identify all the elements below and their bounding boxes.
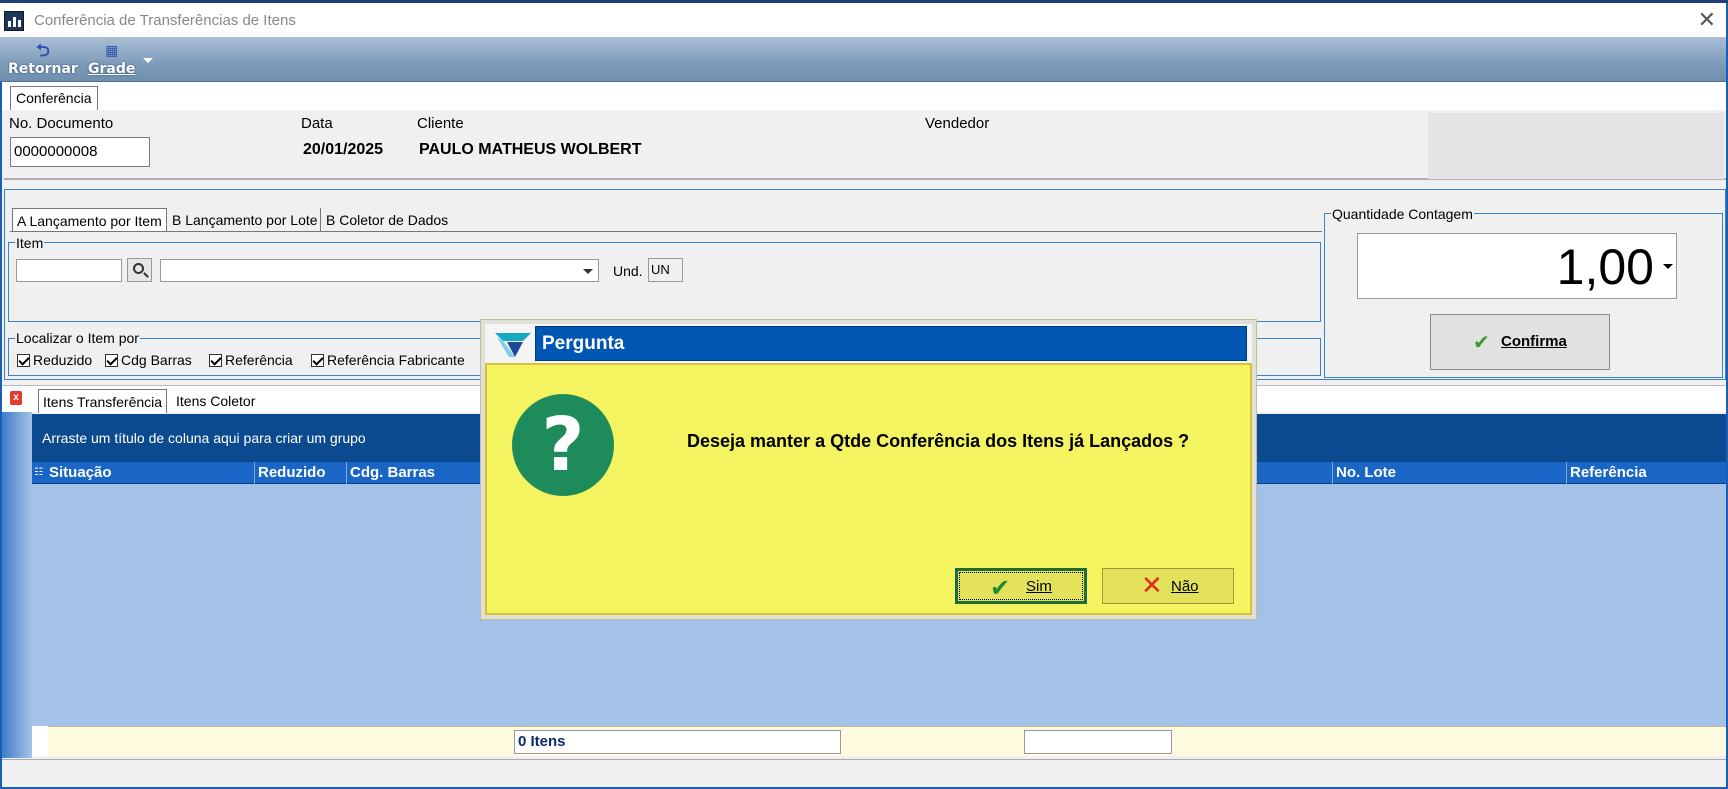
checkbox-box — [17, 354, 30, 367]
check-icon: ✔ — [1473, 332, 1490, 354]
close-icon[interactable]: ✕ — [1698, 7, 1716, 33]
app-chart-icon — [4, 11, 24, 31]
back-button[interactable]: ⮌ Retornar — [8, 41, 78, 77]
checkbox-referencia-fabricante-label: Referência Fabricante — [327, 352, 465, 368]
column-referencia[interactable]: Referência — [1567, 462, 1726, 484]
checkbox-cdg-barras[interactable]: Cdg Barras — [105, 352, 192, 368]
tab-itens-coletor[interactable]: Itens Coletor — [172, 389, 259, 413]
toolbar: ⮌ Retornar ▦ Grade — [0, 37, 1726, 82]
grid-button[interactable]: ▦ Grade — [88, 41, 135, 77]
document-label: No. Documento — [9, 115, 114, 132]
dialog-message: Deseja manter a Qtde Conferência dos Ite… — [687, 431, 1190, 451]
magnifier-handle — [143, 272, 149, 278]
grid-button-label: Grade — [88, 61, 136, 77]
footer-total — [1024, 730, 1172, 754]
tab-launch-by-item-label: A Lançamento por Item — [17, 213, 162, 229]
client-label: Cliente — [417, 115, 464, 132]
chevron-down-icon — [583, 269, 593, 274]
date-value: 20/01/2025 — [303, 141, 384, 158]
back-button-label: Retornar — [8, 61, 78, 77]
unit-field: UN — [648, 258, 683, 282]
seller-label: Vendedor — [925, 115, 990, 132]
no-button[interactable]: ✕ Não — [1102, 568, 1234, 604]
confirm-button-label: Confirma — [1501, 333, 1567, 350]
checkbox-referencia[interactable]: Referência — [209, 352, 293, 368]
grid-icon: ▦ — [105, 43, 119, 59]
question-dialog: Pergunta ? Deseja manter a Qtde Conferên… — [481, 320, 1256, 619]
checkbox-box — [311, 354, 324, 367]
quantity-input[interactable]: 1,00 — [1357, 233, 1677, 299]
unit-label: Und. — [613, 263, 643, 279]
status-bar — [2, 759, 1726, 787]
tab-itens-coletor-label: Itens Coletor — [176, 393, 256, 409]
window-title: Conferência de Transferências de Itens — [34, 12, 296, 29]
chevron-down-icon[interactable] — [1663, 264, 1673, 269]
yes-button-label: Sim — [1026, 578, 1052, 595]
document-field[interactable]: 0000000008 — [10, 137, 150, 167]
grid-side-bar — [2, 412, 32, 758]
dialog-body: ? Deseja manter a Qtde Conferência dos I… — [485, 363, 1252, 615]
tab-launch-by-lot[interactable]: B Lançamento por Lote — [168, 208, 322, 232]
close-grid-icon[interactable]: x — [10, 391, 22, 405]
no-button-label: Não — [1171, 578, 1199, 595]
confirm-button[interactable]: ✔ Confirma — [1430, 314, 1610, 370]
quantity-value: 1,00 — [1556, 239, 1654, 295]
dialog-title-bar: Pergunta — [535, 326, 1247, 361]
grid-dropdown-caret-icon[interactable] — [143, 58, 153, 63]
client-value: PAULO MATHEUS WOLBERT — [419, 141, 642, 158]
checkbox-cdg-barras-label: Cdg Barras — [121, 352, 192, 368]
grid-footer: 0 Itens — [32, 726, 1726, 756]
dialog-header: Pergunta — [485, 324, 1252, 363]
tab-launch-by-lot-label: B Lançamento por Lote — [172, 212, 318, 228]
item-count: 0 Itens — [514, 730, 841, 754]
item-search-button[interactable] — [127, 258, 152, 282]
app-logo-icon — [495, 333, 531, 357]
checkmark-icon: ✔ — [990, 575, 1011, 602]
tab-conferencia[interactable]: Conferência — [10, 86, 98, 110]
checkbox-reduzido[interactable]: Reduzido — [17, 352, 92, 368]
x-cross-icon: ✕ — [1141, 570, 1163, 600]
group-by-hint: Arraste um título de coluna aqui para cr… — [42, 430, 366, 446]
footer-left-cell — [32, 726, 48, 756]
column-situacao[interactable]: Situação — [46, 462, 255, 484]
tab-data-collector[interactable]: B Coletor de Dados — [320, 208, 452, 232]
title-bar: Conferência de Transferências de Itens ✕ — [0, 3, 1726, 37]
item-code-input[interactable] — [16, 259, 122, 282]
column-reduzido[interactable]: Reduzido — [255, 462, 347, 484]
item-group — [8, 242, 1321, 322]
quantity-group-title: Quantidade Contagem — [1331, 206, 1474, 222]
checkbox-box — [209, 354, 222, 367]
item-description-select[interactable] — [160, 259, 599, 282]
yes-button[interactable]: ✔ Sim — [955, 568, 1087, 604]
item-group-title: Item — [15, 235, 45, 251]
subtab-divider — [10, 231, 1322, 232]
tab-data-collector-label: B Coletor de Dados — [326, 212, 449, 228]
undo-arrow-icon: ⮌ — [36, 41, 50, 61]
checkbox-box — [105, 354, 118, 367]
checkbox-referencia-label: Referência — [225, 352, 293, 368]
dialog-title: Pergunta — [542, 333, 625, 354]
column-chooser-icon[interactable]: ☷ — [34, 466, 44, 479]
tab-launch-by-item[interactable]: A Lançamento por Item — [12, 208, 167, 232]
magnifier-icon — [133, 263, 144, 274]
checkbox-referencia-fabricante[interactable]: Referência Fabricante — [311, 352, 465, 368]
tab-itens-transferencia-label: Itens Transferência — [43, 394, 163, 410]
checkbox-reduzido-label: Reduzido — [33, 352, 93, 368]
main-tabstrip: Conferência — [2, 82, 1726, 110]
column-no-lote[interactable]: No. Lote — [1332, 462, 1567, 484]
question-icon: ? — [512, 394, 614, 496]
locate-group-title: Localizar o Item por — [15, 330, 140, 346]
date-label: Data — [301, 115, 333, 132]
tab-itens-transferencia[interactable]: Itens Transferência — [38, 389, 168, 413]
header-side-panel — [1428, 113, 1724, 179]
